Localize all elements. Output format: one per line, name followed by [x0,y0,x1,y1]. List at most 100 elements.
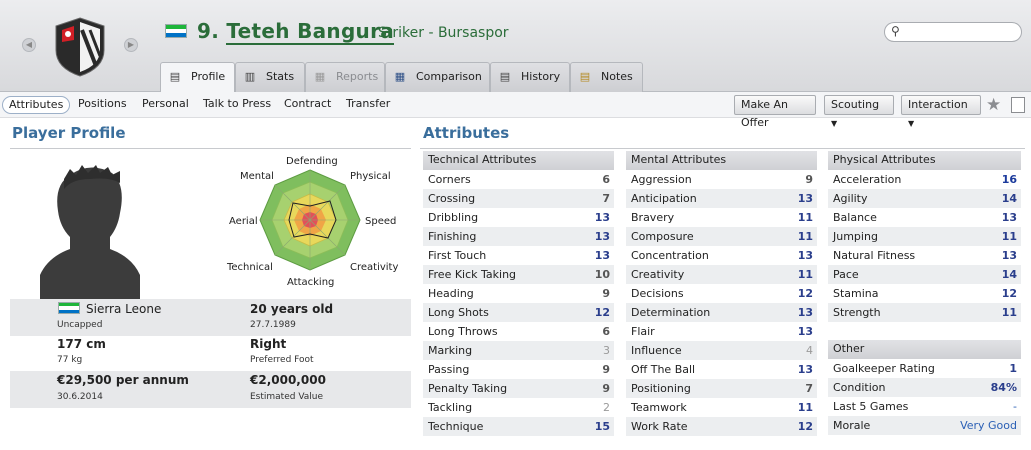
attribute-row-technical[interactable]: Crossing 7 [423,189,614,208]
attribute-row-technical[interactable]: Penalty Taking 9 [423,379,614,398]
search-icon: ⚲ [891,24,900,38]
player-name[interactable]: Teteh Bangura [226,19,395,45]
attribute-row-technical[interactable]: Corners 6 [423,170,614,189]
tab-stats[interactable]: ▥ Stats [235,62,305,92]
subnav-contract[interactable]: Contract [278,96,337,114]
attribute-name: Corners [428,173,471,186]
attribute-row-technical[interactable]: Finishing 13 [423,227,614,246]
attribute-name: Free Kick Taking [428,268,517,281]
attribute-name: Off The Ball [631,363,696,376]
attribute-row-technical[interactable]: Technique 15 [423,417,614,436]
date-of-birth: 27.7.1989 [250,320,296,330]
attribute-row-technical[interactable]: First Touch 13 [423,246,614,265]
attribute-row-physical[interactable]: Strength 11 [828,303,1021,322]
attribute-value: 15 [594,420,610,433]
attribute-value: 84% [990,381,1017,394]
attribute-name: Heading [428,287,474,300]
tab-label: Reports [336,70,379,83]
attribute-value: 14 [1001,192,1017,205]
search-input[interactable]: ⚲ [884,22,1022,42]
attribute-row-mental[interactable]: Composure 11 [626,227,817,246]
attribute-value: 13 [1001,211,1017,224]
attribute-row-other[interactable]: Morale Very Good [828,416,1021,435]
tab-label: Notes [601,70,633,83]
attribute-row-technical[interactable]: Heading 9 [423,284,614,303]
attribute-row-technical[interactable]: Dribbling 13 [423,208,614,227]
attribute-value: 12 [1001,287,1017,300]
attribute-row-other[interactable]: Condition 84% [828,378,1021,397]
back-arrow-icon[interactable]: ◀ [22,38,36,52]
radar-label-aerial: Aerial [229,216,258,227]
attribute-row-other[interactable]: Last 5 Games - [828,397,1021,416]
attribute-row-other[interactable]: Goalkeeper Rating 1 [828,359,1021,378]
attribute-row-technical[interactable]: Marking 3 [423,341,614,360]
make-offer-button[interactable]: Make An Offer [734,95,816,129]
attribute-row-physical[interactable]: Agility 14 [828,189,1021,208]
attribute-value: 11 [1001,306,1017,319]
attribute-row-technical[interactable]: Tackling 2 [423,398,614,417]
subnav-talk-to-press[interactable]: Talk to Press [197,96,277,114]
attribute-row-mental[interactable]: Off The Ball 13 [626,360,817,379]
attribute-value: 14 [1001,268,1017,281]
chevron-down-icon: ▼ [908,119,915,128]
tab-history[interactable]: ▤ History [490,62,570,92]
attribute-row-mental[interactable]: Flair 13 [626,322,817,341]
attribute-row-technical[interactable]: Long Throws 6 [423,322,614,341]
attribute-name: Agility [833,192,868,205]
attribute-row-physical[interactable]: Pace 14 [828,265,1021,284]
subnav-personal[interactable]: Personal [136,96,195,114]
attribute-name: Flair [631,325,655,338]
attribute-name: Composure [631,230,694,243]
tab-notes[interactable]: ▤ Notes [570,62,643,92]
club-crest-icon[interactable] [52,16,108,78]
attribute-row-technical[interactable]: Passing 9 [423,360,614,379]
attribute-row-mental[interactable]: Determination 13 [626,303,817,322]
attribute-row-physical[interactable]: Jumping 11 [828,227,1021,246]
tab-profile[interactable]: ▤ Profile [160,62,235,93]
attribute-row-mental[interactable]: Influence 4 [626,341,817,360]
attribute-row-physical[interactable]: Balance 13 [828,208,1021,227]
tab-comparison[interactable]: ▦ Comparison [385,62,490,92]
tab-reports[interactable]: ▦ Reports [305,62,385,92]
attribute-name: Aggression [631,173,692,186]
attribute-row-mental[interactable]: Creativity 11 [626,265,817,284]
attribute-value: 9 [602,382,610,395]
forward-arrow-icon[interactable]: ▶ [124,38,138,52]
attribute-row-technical[interactable]: Free Kick Taking 10 [423,265,614,284]
attribute-name: Anticipation [631,192,697,205]
attribute-row-mental[interactable]: Positioning 7 [626,379,817,398]
attribute-row-physical[interactable]: Stamina 12 [828,284,1021,303]
attribute-name: Penalty Taking [428,382,508,395]
attribute-value: 13 [594,230,610,243]
comparison-icon: ▦ [394,70,406,83]
attribute-row-technical[interactable]: Long Shots 12 [423,303,614,322]
nationality[interactable]: Sierra Leone [86,302,161,316]
attribute-row-mental[interactable]: Teamwork 11 [626,398,817,417]
divider [420,148,1025,149]
attribute-row-physical[interactable]: Acceleration 16 [828,170,1021,189]
interaction-button[interactable]: Interaction ▼ [901,95,981,128]
scouting-button[interactable]: Scouting ▼ [824,95,894,128]
estimated-value-label: Estimated Value [250,392,324,402]
attribute-row-mental[interactable]: Aggression 9 [626,170,817,189]
star-icon[interactable]: ★ [986,95,1001,115]
height: 177 cm [57,337,106,351]
attribute-value: 6 [602,173,610,186]
attribute-row-mental[interactable]: Decisions 12 [626,284,817,303]
info-row-nationality: Sierra Leone Uncapped 20 years old 27.7.… [10,299,411,336]
add-note-icon[interactable] [1011,97,1025,113]
attribute-value: 9 [602,363,610,376]
attribute-row-mental[interactable]: Work Rate 12 [626,417,817,436]
player-position-club[interactable]: Striker - Bursaspor [378,25,509,41]
attribute-name: Natural Fitness [833,249,916,262]
subnav-attributes[interactable]: Attributes [2,96,71,114]
radar-label-attacking: Attacking [287,277,335,288]
attribute-row-mental[interactable]: Bravery 11 [626,208,817,227]
divider [10,148,411,149]
attribute-row-physical[interactable]: Natural Fitness 13 [828,246,1021,265]
subnav-positions[interactable]: Positions [72,96,133,114]
attribute-row-mental[interactable]: Concentration 13 [626,246,817,265]
attribute-row-mental[interactable]: Anticipation 13 [626,189,817,208]
notes-icon: ▤ [579,70,591,83]
subnav-transfer[interactable]: Transfer [340,96,396,114]
